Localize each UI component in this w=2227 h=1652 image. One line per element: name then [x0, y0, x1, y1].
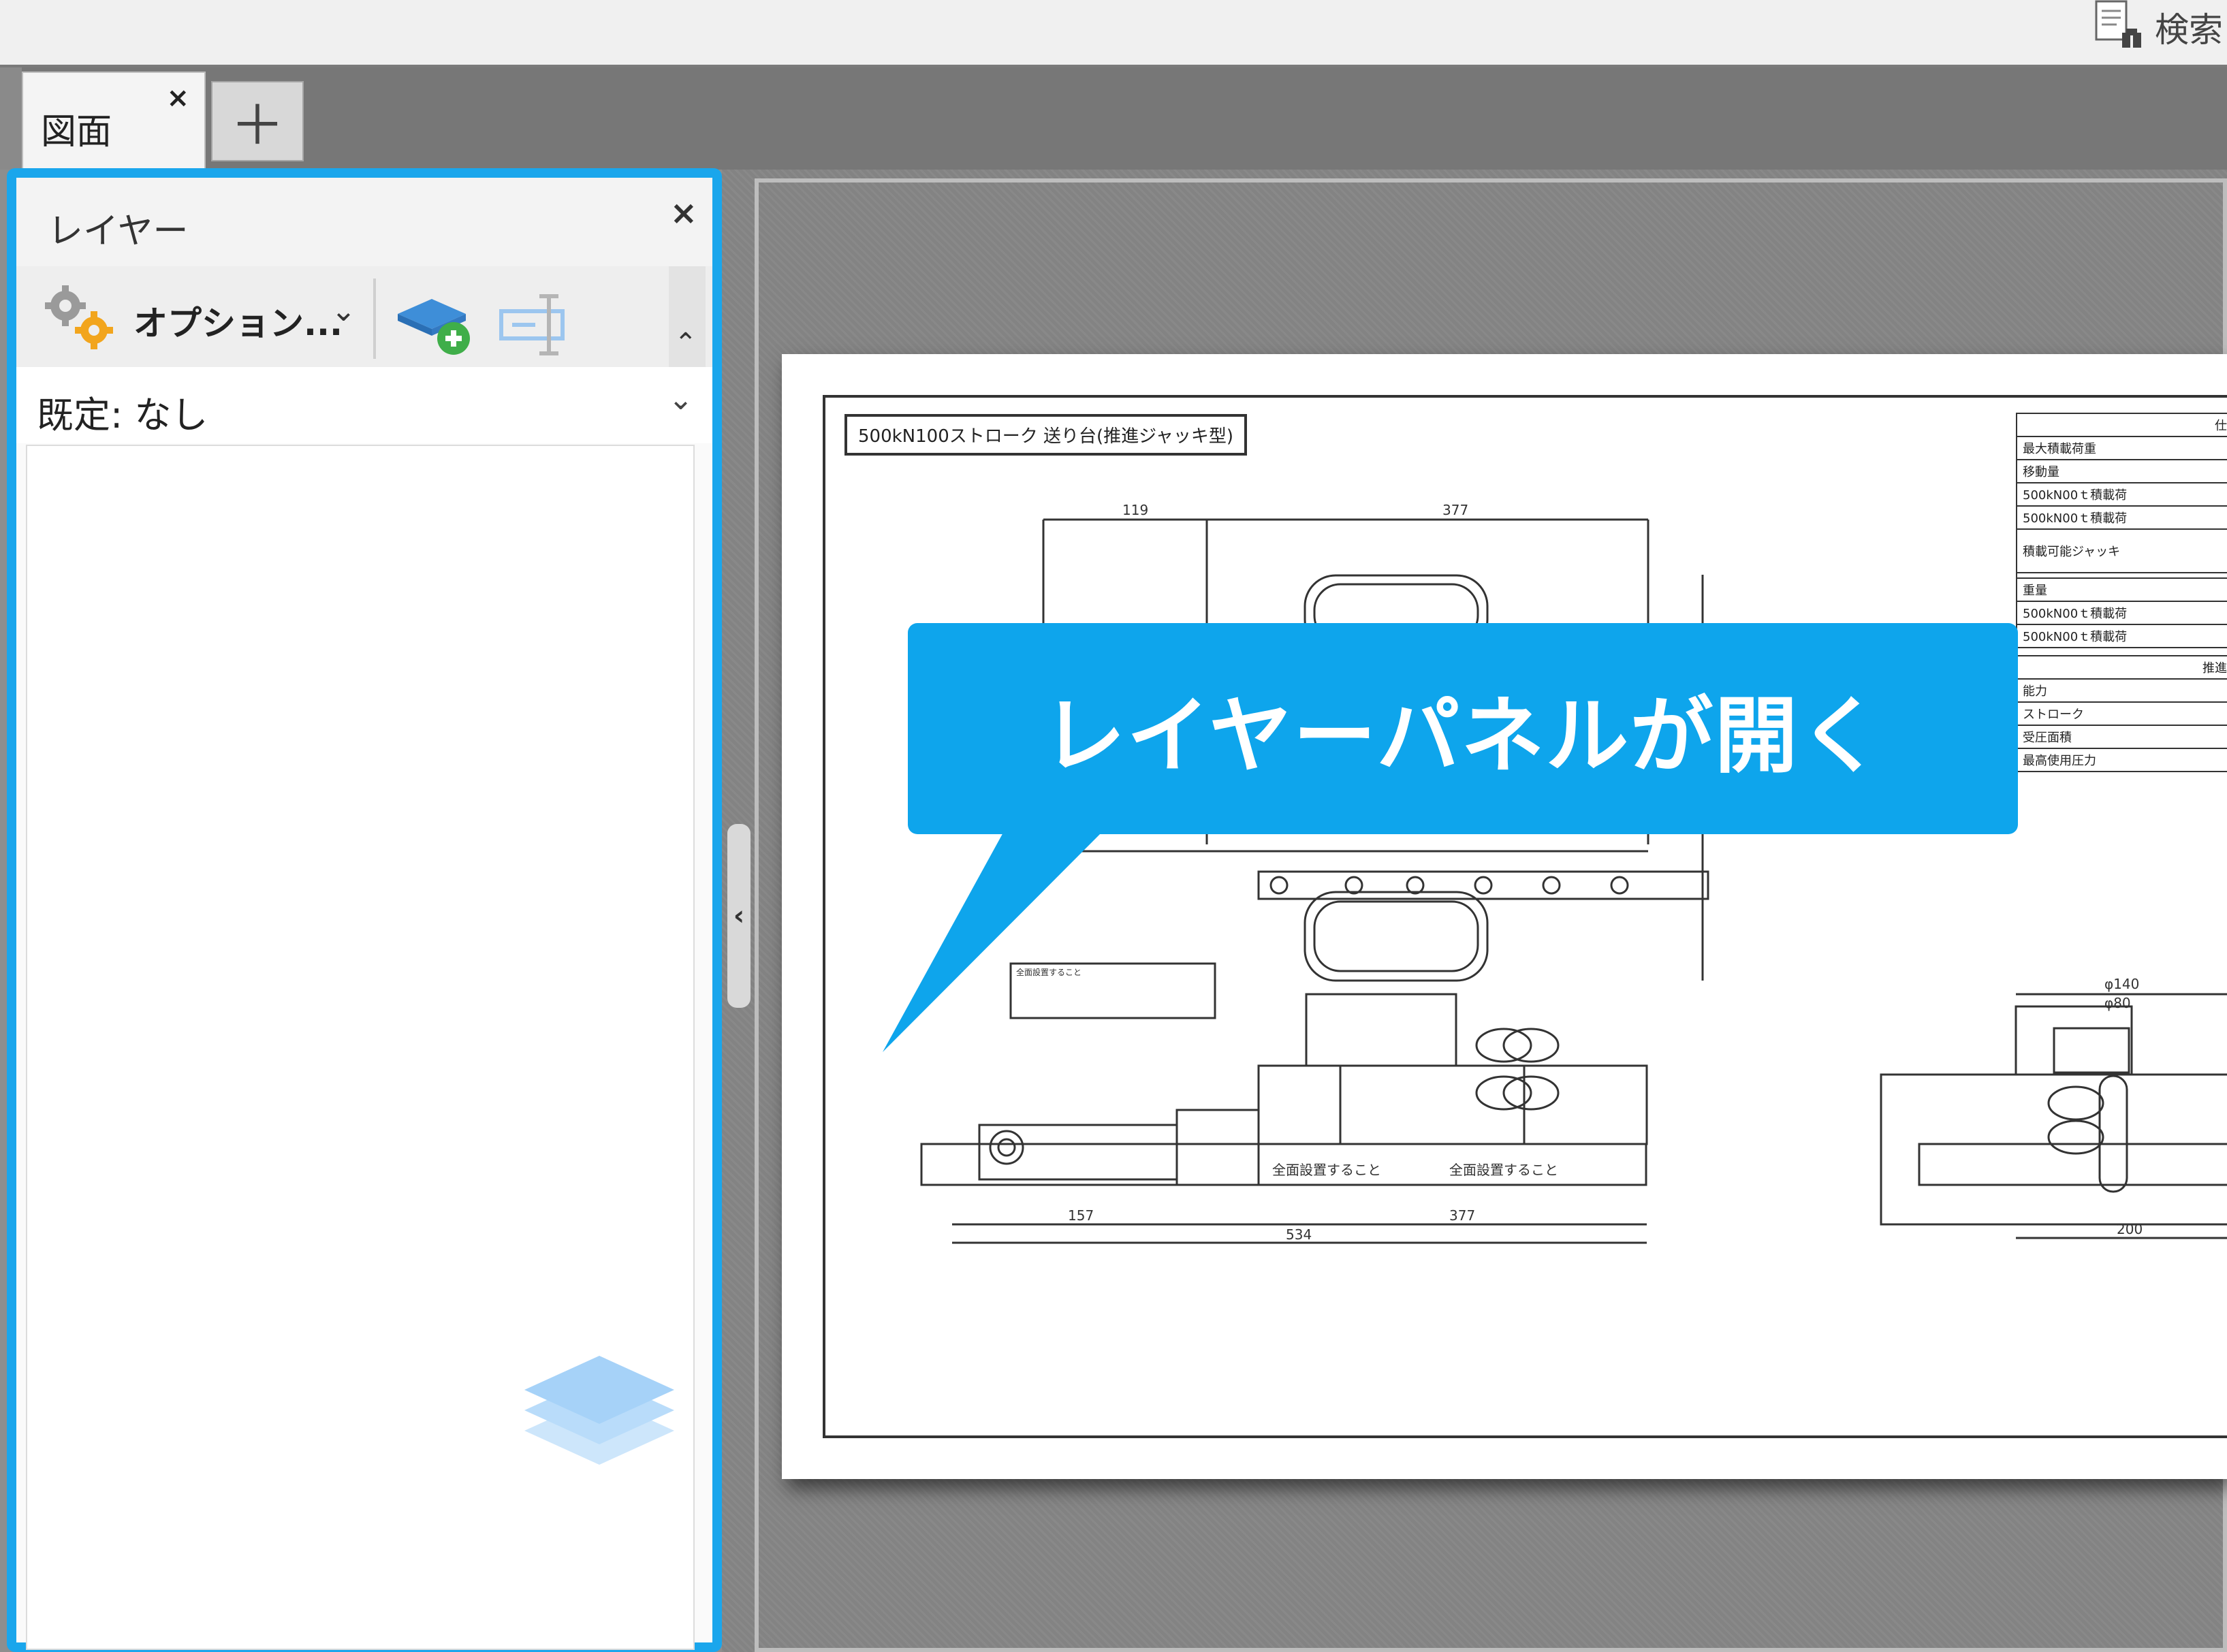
options-label[interactable]: オプション... — [133, 296, 343, 345]
add-layer-button[interactable] — [391, 280, 493, 362]
rename-layer-button[interactable] — [494, 291, 583, 359]
chevron-down-icon[interactable]: ⌄ — [668, 382, 693, 417]
layers-icon — [524, 1356, 674, 1465]
layer-toolbar: オプション... ⌄ ⌃ — [16, 266, 712, 367]
gear-icon — [45, 285, 113, 349]
chevron-up-icon[interactable]: ⌃ — [674, 328, 697, 359]
layer-panel-header: レイヤー × — [16, 178, 712, 266]
layer-panel-title: レイヤー — [48, 211, 189, 252]
toolbar-divider — [373, 279, 376, 359]
chevron-down-icon[interactable]: ⌄ — [331, 293, 356, 328]
default-layer-select[interactable]: 既定: なし ⌄ — [16, 367, 712, 443]
default-layer-value: 既定: なし — [37, 394, 208, 436]
close-icon[interactable]: × — [670, 194, 697, 232]
panel-collapse-handle[interactable]: ‹ — [727, 824, 751, 1008]
add-layer-icon — [398, 299, 470, 355]
options-button[interactable] — [40, 280, 121, 355]
callout-text: レイヤーパネルが開く — [1042, 687, 1884, 784]
layer-panel: レイヤー × オプション... ⌄ ⌃ 既定: なし ⌄ — [7, 168, 722, 1652]
callout-bubble: レイヤーパネルが開く — [908, 623, 2018, 834]
rename-icon — [499, 294, 565, 355]
